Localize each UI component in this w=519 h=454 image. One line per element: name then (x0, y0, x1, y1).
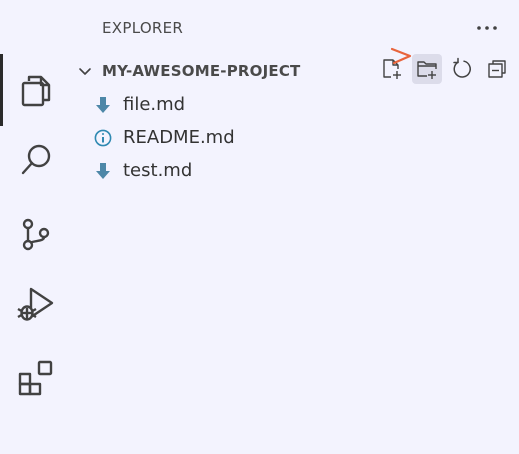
new-file-button[interactable] (377, 54, 407, 84)
source-control-icon (22, 218, 50, 251)
ellipsis-icon (477, 26, 497, 30)
file-item[interactable]: README.md (72, 121, 519, 154)
search-icon (21, 144, 51, 175)
files-icon (21, 75, 51, 107)
project-name: MY-AWESOME-PROJECT (102, 62, 301, 80)
file-item[interactable]: file.md (72, 88, 519, 121)
extensions-icon (18, 360, 53, 396)
collapse-all-button[interactable] (482, 54, 512, 84)
file-label: file.md (123, 94, 186, 115)
markdown-download-icon (94, 96, 112, 114)
project-folder-header[interactable]: MY-AWESOME-PROJECT (72, 54, 519, 86)
activity-extensions-button[interactable] (0, 342, 72, 414)
activity-explorer-button[interactable] (0, 54, 72, 126)
sidebar-title: EXPLORER (102, 19, 184, 37)
activity-run-debug-button[interactable] (0, 268, 72, 340)
activity-bar (0, 0, 72, 454)
file-item[interactable]: test.md (72, 154, 519, 187)
file-label: test.md (123, 160, 193, 181)
more-actions-button[interactable] (472, 14, 502, 42)
run-debug-icon (17, 287, 54, 321)
new-file-icon (383, 59, 401, 79)
explorer-sidebar: EXPLORER MY-AWESOME-PROJECT file.md READ… (72, 0, 519, 454)
info-icon (94, 129, 112, 147)
activity-search-button[interactable] (0, 124, 72, 196)
refresh-icon (453, 57, 471, 78)
collapse-all-icon (488, 60, 506, 78)
refresh-button[interactable] (447, 54, 477, 84)
chevron-down-icon (79, 68, 91, 75)
file-label: README.md (123, 127, 235, 148)
markdown-download-icon (94, 162, 112, 180)
new-folder-icon (417, 61, 437, 79)
activity-source-control-button[interactable] (0, 198, 72, 270)
new-folder-button[interactable] (412, 54, 442, 84)
